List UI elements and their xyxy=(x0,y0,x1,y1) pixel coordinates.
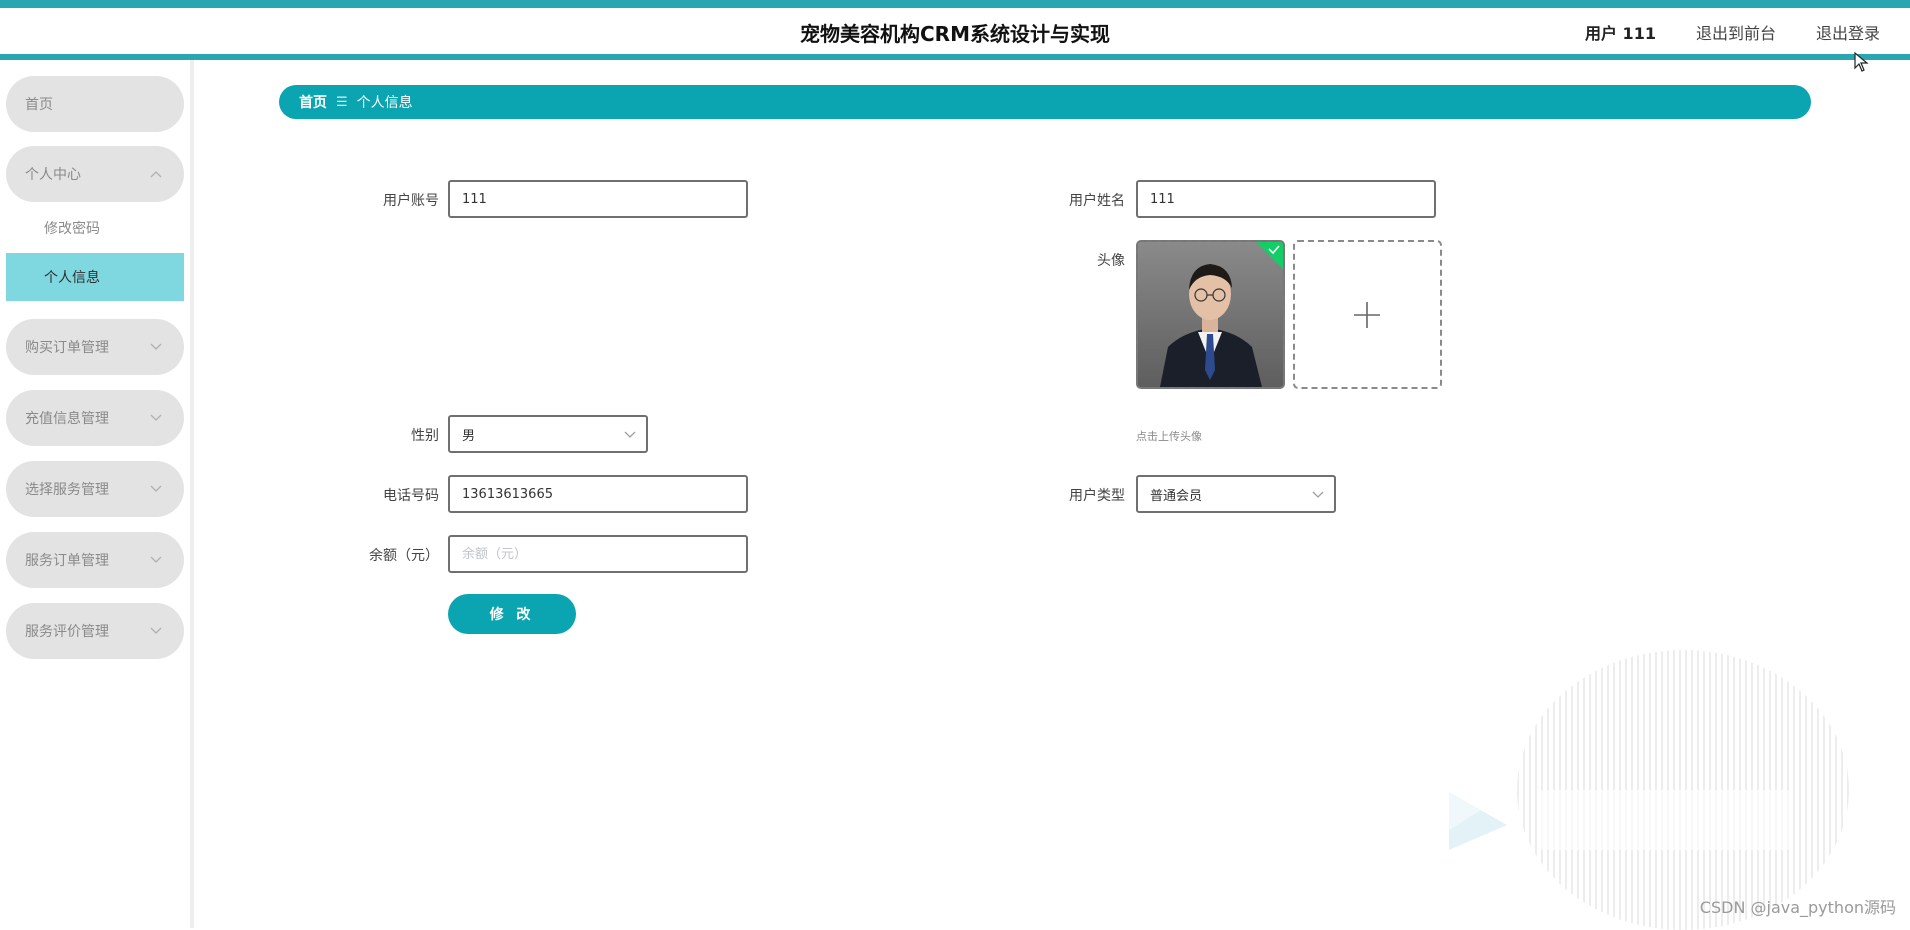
phone-label: 电话号码 xyxy=(383,488,439,504)
logout-link[interactable]: 退出登录 xyxy=(1816,20,1880,44)
user-type-label: 用户类型 xyxy=(1069,488,1125,504)
sidebar-item-label: 购买订单管理 xyxy=(25,340,109,356)
avatar-image[interactable] xyxy=(1136,240,1285,389)
watermark-logo xyxy=(1449,650,1849,930)
balance-field[interactable] xyxy=(448,535,748,573)
sidebar-subitem-change-password[interactable]: 修改密码 xyxy=(44,218,100,238)
sidebar-item-recharge-info[interactable]: 充值信息管理 xyxy=(6,390,184,446)
sidebar-item-label: 首页 xyxy=(25,97,53,113)
avatar-label: 头像 xyxy=(1097,253,1125,269)
chevron-down-icon xyxy=(1312,491,1324,498)
sidebar-item-select-service[interactable]: 选择服务管理 xyxy=(6,461,184,517)
sidebar: 首页 个人中心 修改密码 个人信息 购买订单管理 充值信息管理 选择服务管理 服… xyxy=(0,60,194,928)
csdn-watermark: CSDN @java_python源码 xyxy=(1699,898,1896,917)
upload-tip: 点击上传头像 xyxy=(1136,430,1202,443)
balance-label: 余额（元） xyxy=(369,548,439,564)
name-field[interactable] xyxy=(1136,180,1436,218)
account-input[interactable] xyxy=(462,182,746,216)
chevron-down-icon xyxy=(150,485,162,492)
sidebar-item-label: 个人信息 xyxy=(44,270,100,286)
breadcrumb-separator-icon: ☰ xyxy=(336,94,348,110)
top-accent-strip xyxy=(0,0,1910,8)
chevron-down-icon xyxy=(150,414,162,421)
sidebar-item-personal-center[interactable]: 个人中心 xyxy=(6,146,184,202)
sidebar-item-service-reviews[interactable]: 服务评价管理 xyxy=(6,603,184,659)
chevron-down-icon xyxy=(150,627,162,634)
sidebar-item-label: 充值信息管理 xyxy=(25,411,109,427)
mouse-cursor-icon xyxy=(1854,52,1869,72)
avatar-upload-button[interactable] xyxy=(1293,240,1442,389)
breadcrumb: 首页 ☰ 个人信息 xyxy=(279,85,1811,119)
chevron-up-icon xyxy=(150,171,162,178)
balance-input[interactable] xyxy=(462,537,746,571)
breadcrumb-current: 个人信息 xyxy=(356,95,413,111)
sidebar-item-label: 服务订单管理 xyxy=(25,553,109,569)
chevron-down-icon xyxy=(150,343,162,350)
sidebar-item-service-orders[interactable]: 服务订单管理 xyxy=(6,532,184,588)
current-user-label: 用户 111 xyxy=(1584,24,1656,43)
user-type-selected-value: 普通会员 xyxy=(1150,488,1203,504)
phone-field[interactable] xyxy=(448,475,748,513)
plus-icon xyxy=(1354,302,1380,328)
gender-label: 性别 xyxy=(411,428,439,444)
back-to-front-link[interactable]: 退出到前台 xyxy=(1696,20,1776,44)
account-label: 用户账号 xyxy=(383,193,439,209)
account-field[interactable] xyxy=(448,180,748,218)
breadcrumb-home-link[interactable]: 首页 xyxy=(299,92,327,112)
name-input[interactable] xyxy=(1150,182,1434,216)
name-label: 用户姓名 xyxy=(1069,193,1125,209)
user-type-select[interactable]: 普通会员 xyxy=(1136,475,1336,513)
phone-input[interactable] xyxy=(462,477,746,511)
sidebar-subitem-personal-info[interactable]: 个人信息 xyxy=(6,253,184,301)
sidebar-item-label: 选择服务管理 xyxy=(25,482,109,498)
sidebar-item-home[interactable]: 首页 xyxy=(6,76,184,132)
chevron-down-icon xyxy=(624,431,636,438)
gender-select[interactable]: 男 xyxy=(448,415,648,453)
top-header: 宠物美容机构CRM系统设计与实现 用户 111 退出到前台 退出登录 xyxy=(0,8,1910,60)
gender-selected-value: 男 xyxy=(462,428,476,444)
avatar-photo-icon xyxy=(1138,242,1283,387)
submit-button[interactable]: 修 改 xyxy=(448,594,576,634)
header-actions: 用户 111 退出到前台 退出登录 xyxy=(1585,20,1880,44)
sidebar-item-label: 个人中心 xyxy=(25,167,81,183)
sidebar-item-purchase-orders[interactable]: 购买订单管理 xyxy=(6,319,184,375)
chevron-down-icon xyxy=(150,556,162,563)
sidebar-item-label: 服务评价管理 xyxy=(25,624,109,640)
